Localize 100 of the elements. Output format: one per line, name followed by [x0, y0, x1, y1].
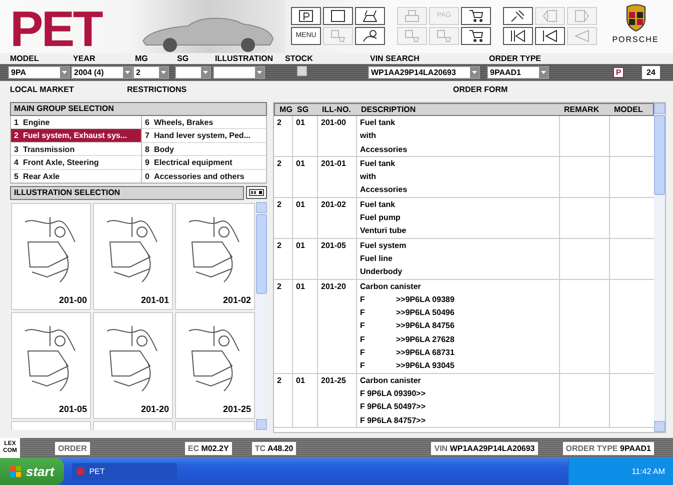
illustration-number: 201-02 — [222, 294, 251, 308]
illustration-number: 201-05 — [58, 403, 87, 416]
description-text: Carbon canister — [360, 280, 421, 293]
caret-icon — [60, 67, 69, 78]
description-text: Fuel system — [360, 240, 406, 252]
status-field: VIN WP1AA29P14LA20693 — [431, 442, 538, 454]
main-group-item[interactable]: 2 Fuel system, Exhaust sys... — [11, 129, 141, 143]
caret-icon — [123, 67, 132, 78]
section-label: LOCAL MARKET — [10, 84, 74, 96]
caret-icon — [201, 67, 210, 78]
table-cell-text: 2 — [277, 374, 282, 387]
porsche-wordmark: PORSCHE — [612, 34, 659, 46]
description-text: >>9P6LA 93045 — [396, 360, 454, 372]
description-text: Fuel tank — [360, 117, 396, 129]
illustration-number: 201-20 — [140, 403, 169, 416]
table-cell-text: 201-02 — [321, 198, 347, 211]
description-text: F 9P6LA 84757>> — [360, 414, 426, 427]
toolbar-button[interactable] — [291, 7, 321, 25]
description-text: Fuel line — [360, 252, 392, 265]
illustration-thumbnail[interactable]: 201-20 — [93, 312, 173, 419]
panel-header: ILLUSTRATION SELECTION — [10, 186, 244, 200]
table-cell-text: 01 — [296, 198, 306, 211]
toolbar-button[interactable] — [461, 7, 491, 25]
monitor-icon — [437, 30, 451, 42]
status-field: ORDER TYPE 9PAAD1 — [562, 442, 654, 454]
previous-icon — [543, 30, 557, 42]
left-triangle-icon — [575, 30, 589, 42]
p-icon — [299, 10, 313, 22]
illustration-number: 201-25 — [222, 403, 251, 416]
dropdown-field[interactable]: 2 — [133, 66, 169, 79]
panel-header: MAIN GROUP SELECTION — [10, 102, 267, 116]
scrollbar[interactable] — [654, 103, 665, 432]
description-text: >>9P6LA 09389 — [396, 294, 454, 306]
page-forward-icon — [575, 10, 589, 22]
table-cell-text: 01 — [296, 117, 306, 129]
toolbar-button[interactable] — [503, 27, 533, 45]
main-group-item[interactable]: 0 Accessories and others — [142, 170, 266, 183]
column-header: MG — [278, 104, 294, 115]
toolbar-button[interactable] — [355, 7, 385, 25]
main-group-item[interactable]: 3 Transmission — [11, 142, 141, 156]
caret-icon — [255, 67, 264, 78]
toolbar-button[interactable] — [461, 27, 491, 45]
cart-icon — [469, 10, 483, 22]
main-group-item[interactable]: 8 Body — [142, 142, 266, 156]
filter-label: VIN SEARCH — [370, 53, 420, 64]
illustration-thumbnail[interactable]: 201-00 — [11, 202, 91, 310]
p-badge: P — [613, 67, 624, 78]
table-cell-text: 201-25 — [321, 374, 347, 387]
dropdown-field[interactable]: WP1AA29P14LA20693 — [368, 66, 480, 79]
illustration-thumbnail[interactable]: 201-05 — [11, 312, 91, 419]
dropdown-field[interactable] — [175, 66, 211, 79]
description-text: with — [360, 171, 376, 184]
description-text: F — [360, 320, 366, 332]
filter-label: YEAR — [73, 53, 96, 64]
pet-logo: PET — [9, 0, 103, 53]
illustration-thumbnail[interactable]: 201-25 — [175, 312, 255, 419]
main-group-item[interactable]: 9 Electrical equipment — [142, 156, 266, 170]
description-text: Carbon canister — [360, 374, 421, 387]
table-cell-text: 2 — [277, 117, 282, 129]
caret-icon — [159, 67, 168, 78]
description-text: >>9P6LA 27628 — [396, 334, 454, 346]
illustration-thumbnail[interactable]: 201-01 — [93, 202, 173, 310]
description-text: F — [360, 360, 366, 372]
description-text: >>9P6LA 68731 — [396, 347, 454, 360]
dropdown-field[interactable] — [213, 66, 265, 79]
description-text: Fuel tank — [360, 158, 396, 170]
dropdown-field[interactable]: 2004 (4) — [71, 66, 133, 79]
filter-label: MODEL — [10, 53, 39, 64]
view-toggle-button[interactable] — [246, 186, 267, 200]
toolbar-button[interactable] — [355, 27, 385, 45]
main-group-item[interactable]: 4 Front Axle, Steering — [11, 156, 141, 170]
filter-label: ILLUSTRATION — [215, 53, 274, 64]
table-cell-text: 01 — [296, 374, 306, 387]
description-text: Underbody — [360, 266, 402, 278]
description-text: with — [360, 130, 376, 142]
dropdown-field[interactable]: 9PA — [8, 66, 70, 79]
app-icon — [76, 467, 86, 476]
stock-checkbox[interactable] — [297, 66, 307, 76]
scrollbar[interactable] — [256, 202, 267, 430]
taskbar-item[interactable]: PET — [72, 463, 178, 480]
filter-label: SG — [177, 53, 189, 64]
curve-info-icon — [363, 30, 377, 42]
illustration-thumbnail[interactable]: 201-02 — [175, 202, 255, 310]
monitor-icon — [405, 30, 419, 42]
description-text: Accessories — [360, 144, 408, 156]
toolbar-button[interactable] — [323, 7, 353, 25]
description-text: F 9P6LA 09390>> — [360, 388, 426, 400]
main-group-item[interactable]: 7 Hand lever system, Ped... — [142, 129, 266, 143]
start-button[interactable]: start — [0, 458, 64, 485]
dropdown-field[interactable]: 9PAAD1 — [487, 66, 549, 79]
description-text: >>9P6LA 50496 — [396, 307, 454, 320]
filter-label: ORDER TYPE — [489, 53, 542, 64]
status-field: TC A48.20 — [252, 442, 296, 454]
main-group-item[interactable]: 6 Wheels, Brakes — [142, 116, 266, 130]
toolbar-button[interactable] — [535, 27, 565, 45]
main-group-item[interactable]: 5 Rear Axle — [11, 170, 141, 183]
toolbar-button[interactable] — [503, 7, 533, 25]
description-text: >>9P6LA 84756 — [396, 320, 454, 332]
caret-icon — [539, 67, 548, 78]
table-cell-text: 201-01 — [321, 158, 347, 170]
